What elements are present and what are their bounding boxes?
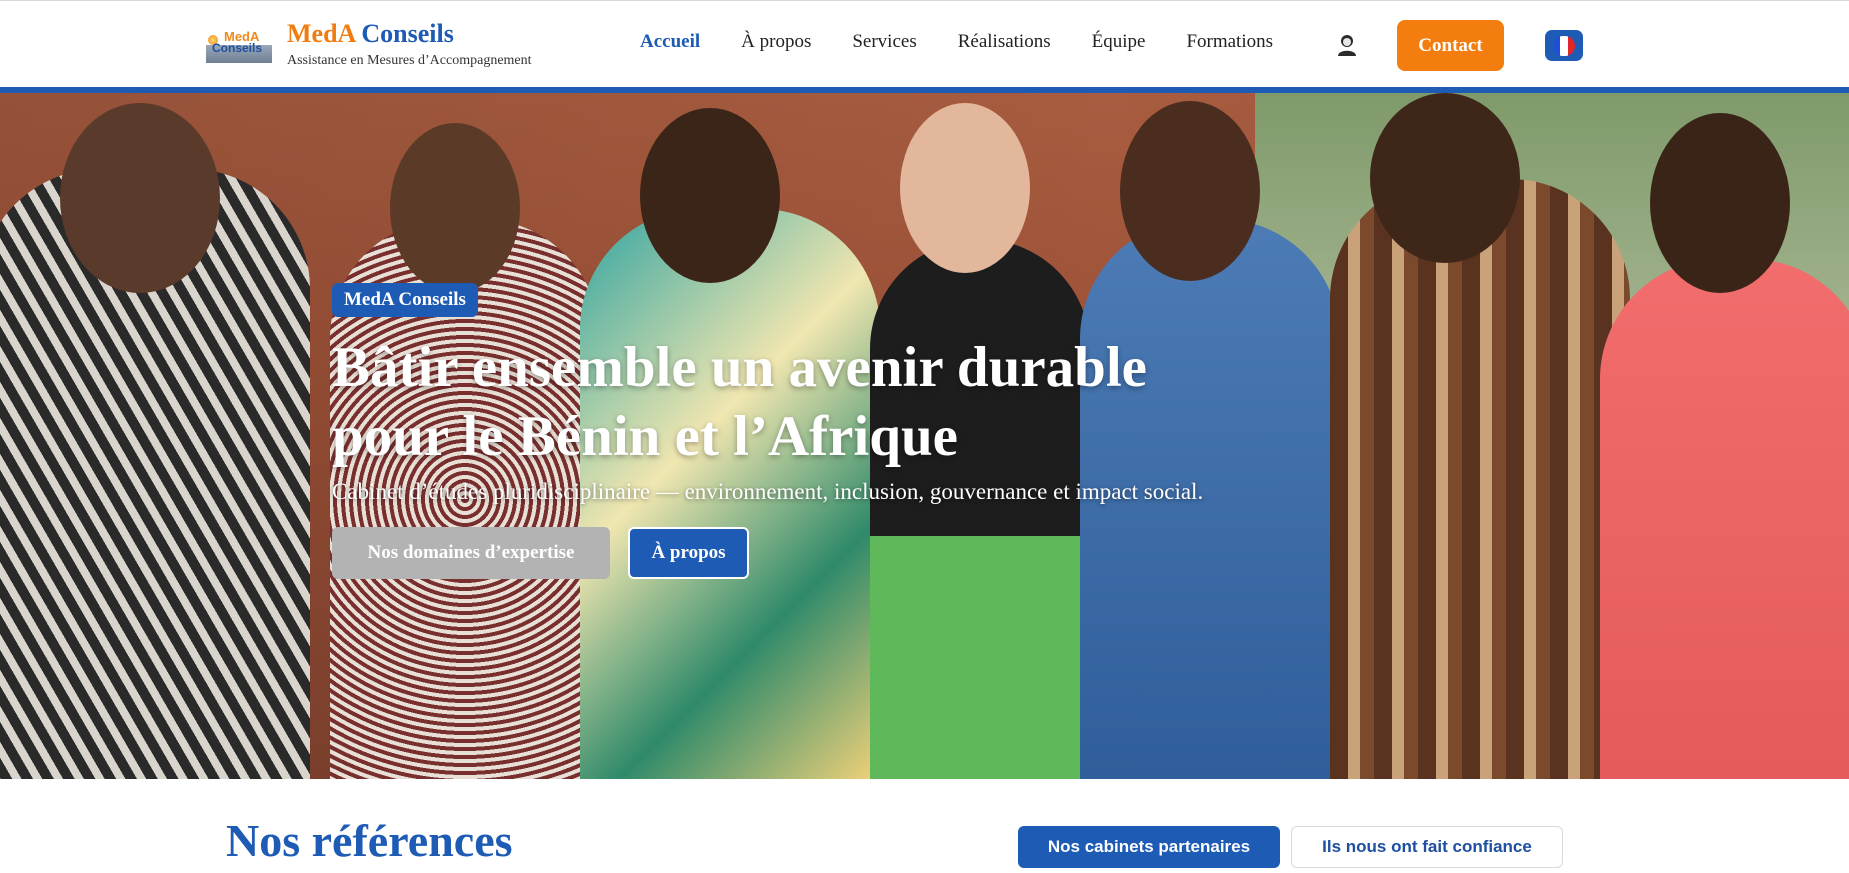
nav-item-a-propos[interactable]: À propos xyxy=(741,31,811,53)
logo: MedA Conseils xyxy=(206,29,272,63)
tab-partner-firms[interactable]: Nos cabinets partenaires xyxy=(1018,826,1280,868)
tab-clients[interactable]: Ils nous ont fait confiance xyxy=(1291,826,1563,868)
expertise-button[interactable]: Nos domaines d’expertise xyxy=(332,527,610,579)
main-nav: Accueil À propos Services Réalisations É… xyxy=(640,31,1314,53)
user-icon[interactable] xyxy=(1336,33,1358,57)
hero-title: Bâtir ensemble un avenir durable pour le… xyxy=(332,333,1232,471)
nav-item-formations[interactable]: Formations xyxy=(1186,31,1273,53)
hero-title-line-2: pour le Bénin et l’Afrique xyxy=(332,405,958,468)
brand[interactable]: MedA Conseils MedA Conseils Assistance e… xyxy=(206,19,532,69)
nav-item-equipe[interactable]: Équipe xyxy=(1092,31,1146,53)
brand-text: MedA Conseils Assistance en Mesures d’Ac… xyxy=(287,19,532,69)
france-flag-icon xyxy=(1553,35,1575,56)
hero-title-line-1: Bâtir ensemble un avenir durable xyxy=(332,336,1147,399)
hero-badge: MedA Conseils xyxy=(332,283,478,317)
nav-item-services[interactable]: Services xyxy=(852,31,916,53)
hero-content: MedA Conseils Bâtir ensemble un avenir d… xyxy=(332,283,1232,579)
contact-button[interactable]: Contact xyxy=(1397,20,1504,71)
nav-item-realisations[interactable]: Réalisations xyxy=(958,31,1051,53)
about-button[interactable]: À propos xyxy=(628,527,749,579)
nav-item-accueil[interactable]: Accueil xyxy=(640,31,700,53)
hero-section: MedA Conseils Bâtir ensemble un avenir d… xyxy=(0,93,1849,779)
references-title: Nos références xyxy=(226,815,513,866)
brand-title-meda: MedA xyxy=(287,19,355,48)
site-header: MedA Conseils MedA Conseils Assistance e… xyxy=(0,0,1849,88)
brand-subtitle: Assistance en Mesures d’Accompagnement xyxy=(287,53,532,68)
language-button[interactable] xyxy=(1545,30,1583,61)
brand-title: MedA Conseils xyxy=(287,19,532,49)
brand-title-conseils: Conseils xyxy=(361,19,454,48)
hero-subtitle: Cabinet d’études pluridisciplinaire — en… xyxy=(332,479,1204,504)
hero-buttons: Nos domaines d’expertise À propos xyxy=(332,527,1232,579)
